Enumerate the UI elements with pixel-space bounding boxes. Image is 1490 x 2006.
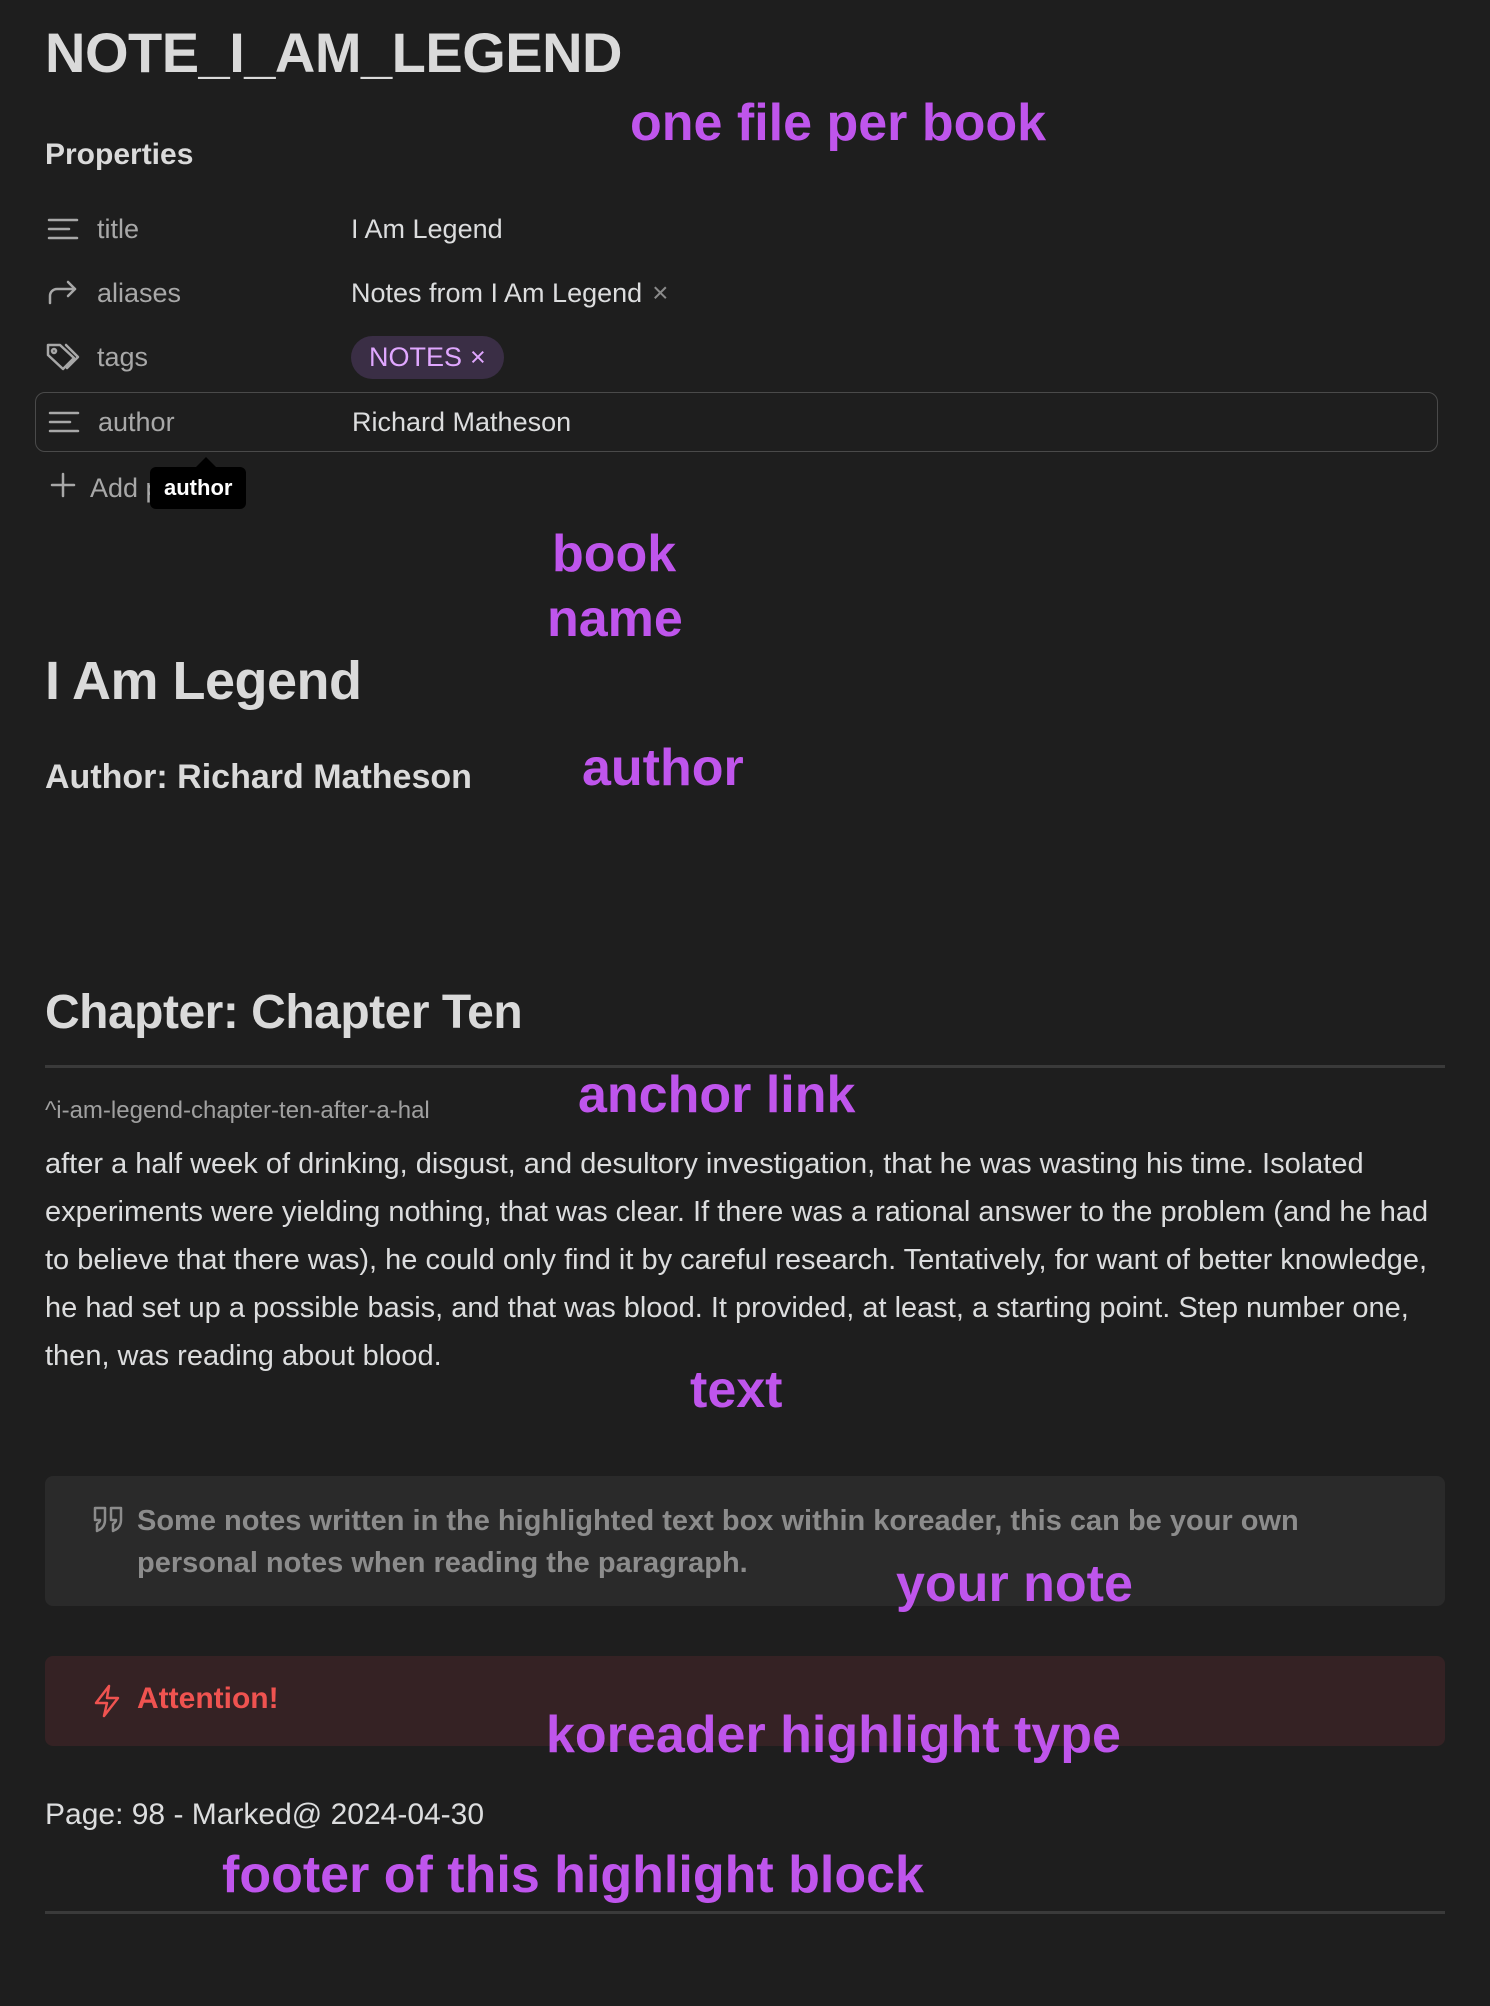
highlight-text: after a half week of drinking, disgust, …	[45, 1148, 1429, 1372]
annotation-author: author	[582, 739, 744, 797]
tag-pill[interactable]: NOTES ×	[351, 335, 504, 379]
plus-icon	[50, 472, 76, 505]
annotation-book-name-1: book	[552, 525, 677, 583]
annotation-highlight-type: koreader highlight type	[546, 1706, 1121, 1764]
annotation-your-note: your note	[896, 1555, 1133, 1613]
remove-tag-icon[interactable]: ×	[470, 342, 486, 373]
tooltip: author	[150, 457, 247, 509]
property-key: title	[97, 213, 140, 244]
tag-label: NOTES	[369, 341, 463, 372]
alias-value[interactable]: Notes from I Am Legend	[351, 278, 642, 309]
highlight-footer: Page: 98 - Marked@ 2024-04-30	[45, 1798, 485, 1831]
text-lines-icon	[45, 211, 81, 247]
property-value[interactable]: I Am Legend	[351, 214, 503, 245]
property-value[interactable]: NOTES ×	[351, 335, 504, 379]
footer-divider	[45, 1911, 1445, 1914]
property-value[interactable]: Richard Matheson	[352, 407, 571, 438]
annotation-anchor-link: anchor link	[578, 1066, 856, 1124]
property-row-tags[interactable]: tags NOTES ×	[35, 327, 1438, 387]
alias-arrow-icon	[45, 275, 81, 311]
property-row-aliases[interactable]: aliases Notes from I Am Legend ×	[35, 263, 1438, 323]
property-value[interactable]: Notes from I Am Legend ×	[351, 277, 669, 309]
lightning-icon	[92, 1684, 122, 1723]
annotation-book-name-2: name	[547, 590, 683, 648]
author-heading: Author: Richard Matheson	[45, 758, 472, 796]
annotation-footer: footer of this highlight block	[222, 1846, 924, 1904]
remove-alias-icon[interactable]: ×	[652, 277, 668, 309]
property-key: author	[98, 406, 175, 437]
quote-icon	[92, 1505, 126, 1538]
properties-heading[interactable]: Properties	[45, 138, 193, 172]
block-anchor[interactable]: ^i-am-legend-chapter-ten-after-a-hal	[45, 1097, 430, 1125]
annotation-one-file: one file per book	[630, 94, 1047, 152]
property-row-title[interactable]: title I Am Legend	[35, 199, 1438, 259]
property-key: aliases	[97, 277, 182, 308]
text-lines-icon	[46, 404, 82, 440]
attention-callout-title: Attention!	[137, 1682, 279, 1715]
tag-icon	[45, 339, 81, 375]
property-row-author[interactable]: author Richard Matheson	[35, 392, 1438, 452]
note-title: NOTE_I_AM_LEGEND	[45, 21, 623, 84]
book-title-heading: I Am Legend	[45, 651, 362, 711]
note-callout-text: Some notes written in the highlighted te…	[137, 1505, 1299, 1579]
chapter-heading: Chapter: Chapter Ten	[45, 986, 523, 1039]
annotation-text: text	[690, 1361, 783, 1419]
property-key: tags	[97, 341, 149, 372]
